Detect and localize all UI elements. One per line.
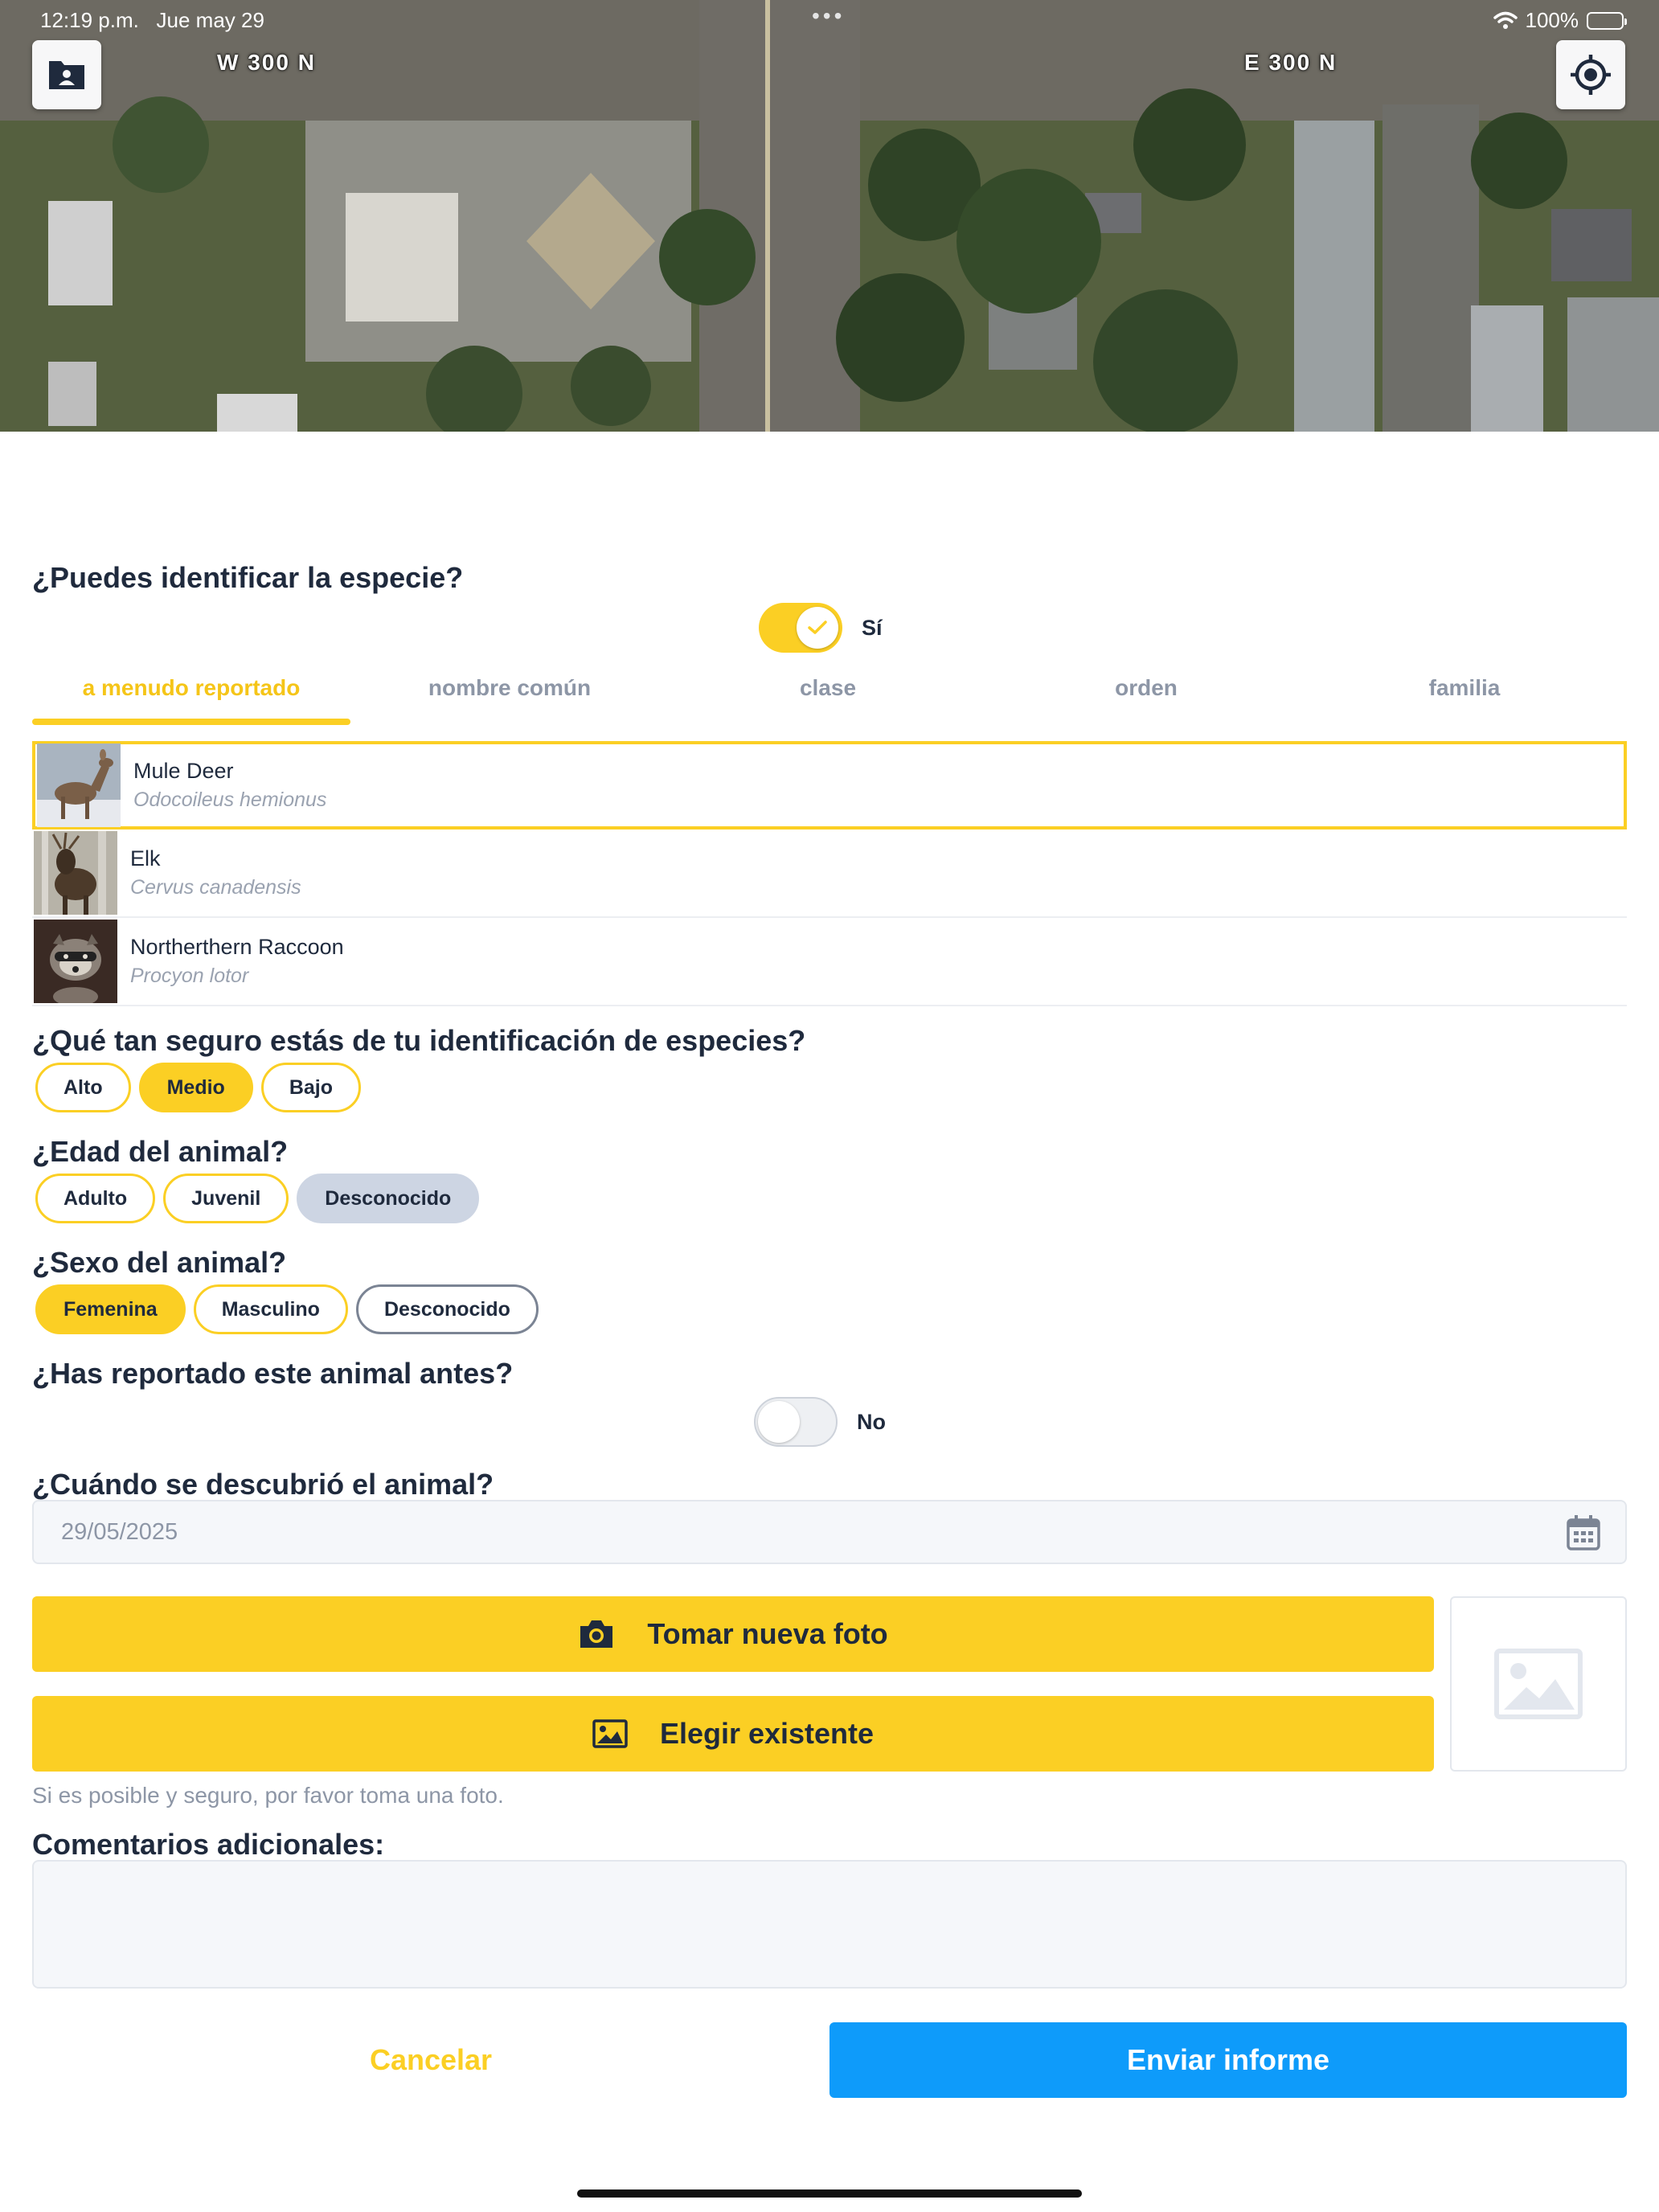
species-text: Elk Cervus canadensis: [130, 846, 301, 899]
age-options: Adulto Juvenil Desconocido: [35, 1174, 480, 1223]
photo-preview: [1450, 1596, 1627, 1772]
species-row-raccoon[interactable]: Northerthern Raccoon Procyon lotor: [32, 918, 1627, 1006]
status-bar: 12:19 p.m. Jue may 29 ••• 100%: [0, 0, 1659, 40]
locate-me-button[interactable]: [1556, 40, 1625, 109]
confidence-options: Alto Medio Bajo: [35, 1063, 362, 1112]
elk-photo: [34, 831, 117, 915]
satellite-map[interactable]: 12:19 p.m. Jue may 29 ••• 100% W 300 N E…: [0, 0, 1659, 432]
sex-question: ¿Sexo del animal?: [32, 1246, 287, 1279]
status-time: 12:19 p.m. Jue may 29: [40, 8, 264, 33]
active-tab-underline: [32, 719, 350, 725]
sex-option-female[interactable]: Femenina: [35, 1284, 186, 1334]
choose-existing-label: Elegir existente: [659, 1717, 875, 1750]
discovered-date-field[interactable]: 29/05/2025: [32, 1500, 1627, 1564]
species-search-tabs: a menudo reportado nombre común clase or…: [32, 675, 1627, 725]
street-label-east: E 300 N: [1244, 50, 1337, 75]
species-common-name: Elk: [130, 846, 161, 870]
status-indicators: 100%: [1493, 8, 1627, 33]
species-scientific-name: Odocoileus hemionus: [133, 789, 327, 811]
tab-order[interactable]: orden: [987, 675, 1305, 701]
take-photo-button[interactable]: Tomar nueva foto: [32, 1596, 1434, 1672]
species-scientific-name: Cervus canadensis: [130, 876, 301, 899]
reported-before-question: ¿Has reportado este animal antes?: [32, 1357, 514, 1390]
toggle-knob: [758, 1401, 800, 1443]
species-row-mule-deer[interactable]: Mule Deer Odocoileus hemionus: [32, 741, 1627, 830]
wifi-icon: [1493, 11, 1518, 29]
species-scientific-name: Procyon lotor: [130, 965, 249, 987]
image-placeholder-icon: [1494, 1649, 1583, 1719]
image-icon: [592, 1719, 628, 1748]
choose-existing-photo-button[interactable]: Elegir existente: [32, 1696, 1434, 1772]
tab-label: clase: [799, 675, 857, 700]
sex-option-unknown[interactable]: Desconocido: [355, 1284, 539, 1334]
age-option-juvenile[interactable]: Juvenil: [163, 1174, 289, 1223]
battery-icon: [1587, 11, 1627, 30]
age-option-adult[interactable]: Adulto: [35, 1174, 156, 1223]
species-common-name: Northerthern Raccoon: [130, 935, 344, 959]
age-option-unknown[interactable]: Desconocido: [297, 1174, 480, 1223]
camera-icon: [580, 1620, 613, 1648]
toggle-knob: [797, 607, 838, 649]
tab-often-reported[interactable]: a menudo reportado: [32, 675, 350, 725]
comments-textarea[interactable]: [32, 1860, 1627, 1989]
species-text: Mule Deer Odocoileus hemionus: [133, 759, 326, 812]
confidence-option-high[interactable]: Alto: [35, 1063, 131, 1112]
tab-class[interactable]: clase: [669, 675, 987, 701]
identify-species-toggle-label: Sí: [862, 616, 883, 640]
reported-before-toggle[interactable]: [754, 1397, 838, 1447]
battery-percent: 100%: [1525, 8, 1579, 32]
species-list: Mule Deer Odocoileus hemionus Elk Cervus…: [32, 741, 1627, 1006]
confidence-option-medium[interactable]: Medio: [138, 1063, 253, 1112]
take-photo-label: Tomar nueva foto: [647, 1617, 888, 1650]
locate-crosshair-icon: [1571, 55, 1611, 95]
reported-before-toggle-label: No: [857, 1410, 886, 1434]
mule-deer-photo: [37, 743, 121, 827]
tab-label: a menudo reportado: [82, 675, 301, 700]
sex-option-male[interactable]: Masculino: [193, 1284, 348, 1334]
calendar-icon[interactable]: [1566, 1514, 1601, 1551]
contacts-folder-button[interactable]: [32, 40, 101, 109]
species-common-name: Mule Deer: [133, 759, 234, 783]
species-text: Northerthern Raccoon Procyon lotor: [130, 935, 344, 988]
discovered-date-question: ¿Cuándo se descubrió el animal?: [32, 1468, 494, 1501]
tab-common-name[interactable]: nombre común: [350, 675, 669, 701]
clock-text: 12:19 p.m.: [40, 8, 139, 32]
contact-folder-icon: [49, 61, 84, 89]
multitasking-dots[interactable]: •••: [812, 3, 845, 29]
age-question: ¿Edad del animal?: [32, 1135, 289, 1168]
tab-label: orden: [1115, 675, 1178, 700]
street-label-west: W 300 N: [217, 50, 316, 75]
cancel-button[interactable]: Cancelar: [32, 2022, 830, 2098]
identify-species-question: ¿Puedes identificar la especie?: [32, 561, 464, 594]
home-indicator[interactable]: [577, 2189, 1082, 2198]
identify-species-toggle[interactable]: [759, 603, 842, 653]
comments-label: Comentarios adicionales:: [32, 1828, 385, 1861]
confidence-option-low[interactable]: Bajo: [260, 1063, 362, 1112]
photo-hint: Si es posible y seguro, por favor toma u…: [32, 1783, 504, 1808]
sex-options: Femenina Masculino Desconocido: [35, 1284, 539, 1334]
tab-label: nombre común: [428, 675, 592, 700]
date-text: Jue may 29: [156, 8, 264, 32]
checkmark-icon: [808, 621, 827, 634]
confidence-question: ¿Qué tan seguro estás de tu identificaci…: [32, 1024, 806, 1057]
submit-report-button[interactable]: Enviar informe: [830, 2022, 1627, 2098]
species-row-elk[interactable]: Elk Cervus canadensis: [32, 830, 1627, 918]
date-value: 29/05/2025: [61, 1519, 178, 1545]
tab-family[interactable]: familia: [1305, 675, 1624, 701]
raccoon-photo: [34, 920, 117, 1003]
tab-label: familia: [1428, 675, 1501, 700]
